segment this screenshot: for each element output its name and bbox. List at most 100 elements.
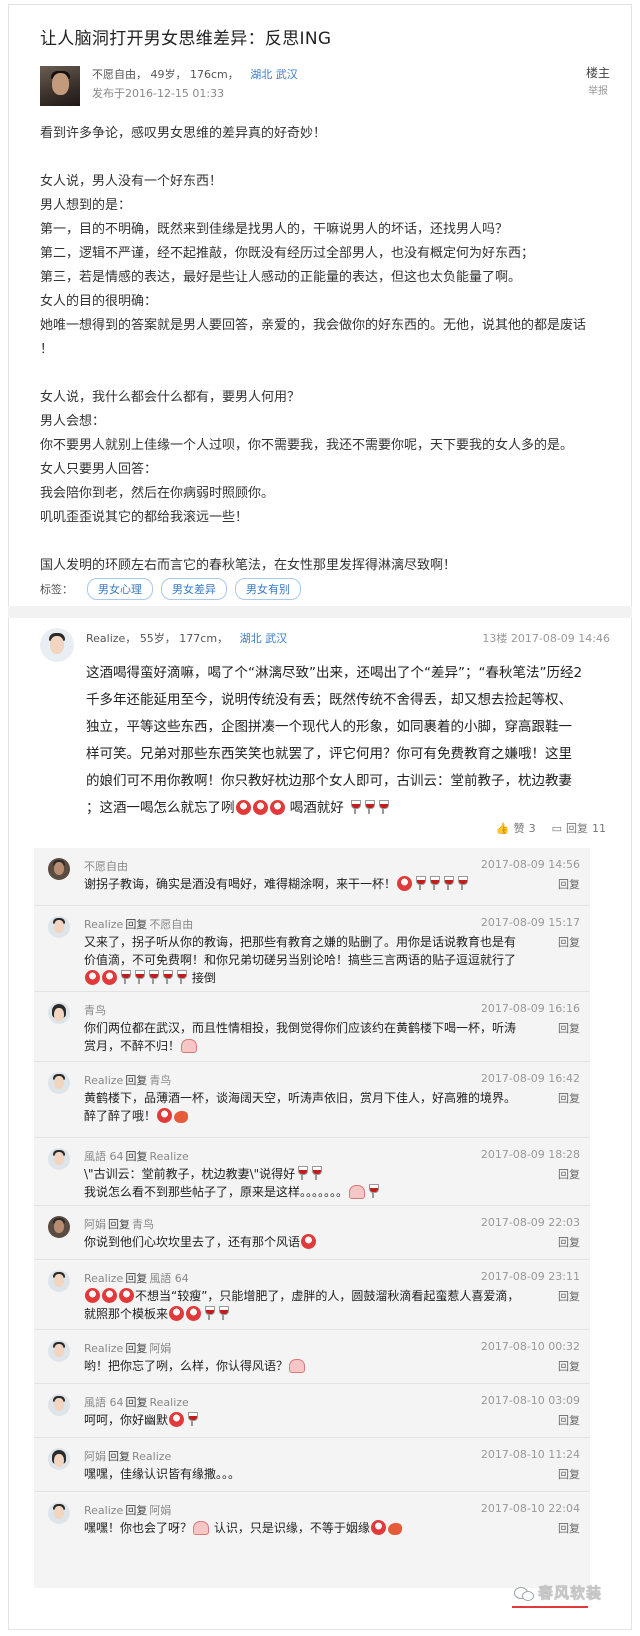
sub-line: 价值滴，不可免费啊！和你兄弟切磋另当别论哈！搞些三言两语的贴子逗逗就行了	[84, 953, 517, 967]
sub-comment-head: 阿娟 回复 Realize	[84, 1448, 171, 1464]
post-line: 她唯一想得到的答案就是男人要回答，亲爱的，我会做你的好东西的。无他，说其他的都是…	[40, 318, 587, 333]
wine-glass-icon	[312, 1166, 323, 1181]
sub-target[interactable]: 不愿自由	[149, 918, 193, 931]
avatar[interactable]	[48, 916, 70, 938]
laugh-emoji-icon	[102, 970, 117, 985]
sub-user[interactable]: Realize	[84, 918, 123, 931]
sub-line: 嘿嘿，佳缘认识皆有缘撒。。。	[84, 1467, 241, 1481]
avatar[interactable]	[48, 1270, 70, 1292]
avatar[interactable]	[48, 1072, 70, 1094]
sub-target[interactable]: 阿娟	[149, 1342, 171, 1355]
sub-user[interactable]: Realize	[84, 1074, 123, 1087]
author-name[interactable]: 不愿自由，	[92, 68, 147, 81]
sub-line: 哟！把你忘了咧，么样，你认得风语？	[84, 1359, 289, 1373]
reply-label[interactable]: 回复	[566, 820, 588, 836]
avatar[interactable]	[48, 1448, 70, 1470]
tag-chip[interactable]: 男女心理	[87, 578, 153, 600]
avatar[interactable]	[48, 1002, 70, 1024]
sub-reply-button[interactable]: 回复	[558, 1234, 580, 1250]
post-title: 让人脑洞打开男女思维差异：反思ING	[40, 29, 332, 49]
sub-reply-button[interactable]: 回复	[558, 1020, 580, 1036]
reply-author-name[interactable]: Realize，	[86, 632, 136, 645]
reply-location[interactable]: 湖北 武汉	[240, 632, 288, 645]
sub-user[interactable]: 風語 64	[84, 1396, 124, 1409]
like-label[interactable]: 赞	[514, 820, 525, 836]
sub-comment: 風語 64 回复 Realize 2017-08-09 18:28 回复 \"古训云…	[34, 1138, 590, 1206]
wine-glass-icon	[121, 970, 131, 985]
sub-reply-button[interactable]: 回复	[558, 1520, 580, 1536]
sub-target[interactable]: 青鸟	[149, 1074, 171, 1087]
sub-text: 嘿嘿！你也会了呀？ 认识，只是识缘，不等于姻缘	[84, 1519, 524, 1537]
floor-owner-label: 楼主	[585, 66, 610, 80]
sub-line: 就照那个模板来	[84, 1307, 169, 1321]
reply-icon[interactable]: ▭	[552, 822, 562, 835]
sub-user[interactable]: 不愿自由	[84, 860, 128, 873]
sub-text: 嘿嘿，佳缘认识皆有缘撒。。。	[84, 1465, 524, 1483]
sub-reply-button[interactable]: 回复	[558, 1466, 580, 1482]
author-location[interactable]: 湖北 武汉	[250, 68, 298, 81]
avatar[interactable]	[48, 1394, 70, 1416]
sub-reply-button[interactable]: 回复	[558, 1166, 580, 1182]
sub-user[interactable]: 風語 64	[84, 1150, 124, 1163]
laugh-emoji-icon	[169, 1306, 185, 1321]
sub-comment-head: Realize 回复 阿娟	[84, 1340, 171, 1356]
publish-time: 发布于2016-12-15 01:33	[92, 87, 225, 100]
watermark-underline	[512, 1606, 588, 1608]
wine-glass-icon	[369, 1184, 380, 1199]
avatar[interactable]	[48, 1340, 70, 1362]
sub-user[interactable]: Realize	[84, 1272, 123, 1285]
sub-target[interactable]: 風語 64	[149, 1272, 189, 1285]
like-count: 3	[528, 821, 536, 835]
sub-text: 谢拐子教诲，确实是酒没有喝好，难得糊涂啊，来干一杯！	[84, 875, 524, 893]
sub-user[interactable]: 阿娟	[84, 1450, 106, 1463]
avatar[interactable]	[48, 1502, 70, 1524]
sub-reply-button[interactable]: 回复	[558, 1090, 580, 1106]
wine-glass-icon	[298, 1166, 309, 1181]
post-line: 我会陪你到老，然后在你病弱时照顾你。	[40, 486, 275, 501]
shrimp-emoji-icon	[174, 1111, 189, 1123]
wine-glass-icon	[458, 876, 469, 891]
sub-time: 2017-08-10 00:32	[480, 1340, 580, 1353]
laugh-emoji-icon	[269, 800, 285, 815]
wine-glass-icon	[351, 800, 362, 815]
sub-reply-button[interactable]: 回复	[558, 876, 580, 892]
sub-reply-button[interactable]: 回复	[558, 1358, 580, 1374]
report-link[interactable]: 举报	[588, 82, 608, 97]
post-body: 看到许多争论，感叹男女思维的差异真的好奇妙！ 女人说，男人没有一个好东西！ 男人…	[40, 122, 600, 578]
sub-comment-head: Realize 回复 不愿自由	[84, 916, 193, 932]
sub-user[interactable]: Realize	[84, 1342, 123, 1355]
sub-verb: 回复	[125, 1504, 148, 1517]
sub-reply-button[interactable]: 回复	[558, 1412, 580, 1428]
sub-reply-button[interactable]: 回复	[558, 1288, 580, 1304]
sub-verb: 回复	[125, 1342, 148, 1355]
avatar[interactable]	[48, 1216, 70, 1238]
sub-target[interactable]: 阿娟	[149, 1504, 171, 1517]
author-avatar[interactable]	[40, 66, 80, 106]
sub-text: \"古训云：堂前教子，枕边教妻\"说得好 我说怎么看不到那些帖子了，原来是这样。…	[84, 1165, 524, 1201]
sub-user[interactable]: Realize	[84, 1504, 123, 1517]
sub-comment-head: Realize 回复 青鸟	[84, 1072, 171, 1088]
wine-glass-icon	[163, 970, 173, 985]
sub-reply-button[interactable]: 回复	[558, 934, 580, 950]
sub-target[interactable]: Realize	[132, 1450, 171, 1463]
avatar[interactable]	[48, 1148, 70, 1170]
sub-verb: 回复	[125, 1396, 148, 1409]
sub-target[interactable]: Realize	[150, 1396, 189, 1409]
avatar[interactable]	[48, 858, 70, 880]
sub-target[interactable]: 青鸟	[132, 1218, 154, 1231]
reply-line-text: ；这酒一喝怎么就忘了咧	[86, 800, 235, 816]
sub-comment: Realize 回复 青鸟 2017-08-09 16:42 回复 黄鹤楼下，品薄酒…	[34, 1062, 590, 1138]
sub-text: 哟！把你忘了咧，么样，你认得风语？	[84, 1357, 524, 1375]
sub-target[interactable]: Realize	[150, 1150, 189, 1163]
sub-user[interactable]: 青鸟	[84, 1004, 106, 1017]
reply-avatar[interactable]	[40, 628, 74, 662]
like-icon[interactable]: 👍	[496, 822, 510, 835]
tag-chip[interactable]: 男女差异	[161, 578, 227, 600]
sub-comment-head: Realize 回复 阿娟	[84, 1502, 171, 1518]
sub-time: 2017-08-09 16:42	[480, 1072, 580, 1085]
post-line: 第二，逻辑不严谨，经不起推敲，你既没有经历过全部男人，也没有概定何为好东西；	[40, 246, 535, 261]
tag-chip[interactable]: 男女有别	[235, 578, 301, 600]
sub-user[interactable]: 阿娟	[84, 1218, 106, 1231]
sub-comment-panel: 不愿自由 2017-08-09 14:56 回复 谢拐子教诲，确实是酒没有喝好，…	[34, 848, 590, 1588]
reply-body: 这酒喝得蛮好滴嘛，喝了个“淋漓尽致”出来，还喝出了个“差异”；“春秋笔法”历经2…	[86, 660, 586, 822]
